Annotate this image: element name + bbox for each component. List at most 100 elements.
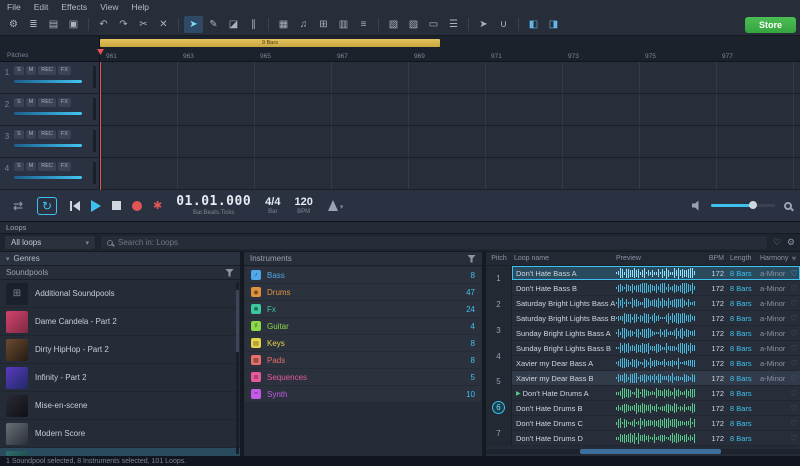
track-m-button[interactable]: M [26, 162, 37, 171]
column-length[interactable]: Length [724, 255, 756, 262]
list-icon[interactable]: ☰ [444, 16, 463, 33]
track-volume-slider[interactable] [14, 176, 82, 179]
stop-button[interactable] [112, 201, 121, 210]
skip-start-button[interactable] [70, 201, 80, 211]
loop-row[interactable]: Sunday Bright Lights Bass B1728 Barsa-Mi… [512, 341, 800, 356]
save-icon[interactable]: ▣ [64, 16, 83, 33]
select-tool-icon[interactable]: ➤ [184, 16, 203, 33]
track-m-button[interactable]: M [26, 130, 37, 139]
loop-preview-waveform[interactable] [616, 297, 700, 310]
pitch-7[interactable]: 7 [486, 420, 511, 446]
track-fx-button[interactable]: FX [58, 130, 71, 139]
favorite-icon[interactable]: ♡ [788, 434, 800, 443]
loop-row[interactable]: Don't Hate Bass B1728 Barsa-Minor♡ [512, 281, 800, 296]
favorite-icon[interactable]: ♡ [788, 269, 800, 278]
loops-settings-icon[interactable]: ⚙ [787, 237, 795, 248]
loop-row[interactable]: Saturday Bright Lights Bass B1728 Barsa-… [512, 311, 800, 326]
pointer-menu-icon[interactable]: ➤ [474, 16, 493, 33]
monitor-icon[interactable]: ▧ [384, 16, 403, 33]
split-tool-icon[interactable]: ∥ [244, 16, 263, 33]
loops-scrollbar-horizontal[interactable] [486, 449, 800, 454]
mixer-icon[interactable]: ≡ [354, 16, 373, 33]
favorite-icon[interactable]: ♡ [788, 299, 800, 308]
levels-icon[interactable]: ▥ [334, 16, 353, 33]
instrument-item[interactable]: ▦Pads8 [245, 352, 481, 368]
loop-preview-waveform[interactable] [616, 372, 700, 385]
track-fx-button[interactable]: FX [58, 66, 71, 75]
soundpool-item[interactable]: Dame Candela - Part 2 [0, 308, 240, 336]
track-volume-slider[interactable] [14, 144, 82, 147]
loop-row[interactable]: Sunday Bright Lights Bass A1728 Barsa-Mi… [512, 326, 800, 341]
track-rec-button[interactable]: REC [38, 66, 56, 75]
pitch-3[interactable]: 3 [486, 317, 511, 343]
instrument-item[interactable]: ♪Bass8 [245, 267, 481, 283]
video-icon[interactable]: ▭ [424, 16, 443, 33]
column-preview[interactable]: Preview [616, 255, 700, 262]
favorite-icon[interactable]: ♡ [788, 404, 800, 413]
genres-header[interactable]: ▾ Genres [0, 252, 240, 266]
pitch-4[interactable]: 4 [486, 343, 511, 369]
loop-preview-waveform[interactable] [616, 387, 700, 400]
pitch-5[interactable]: 5 [486, 369, 511, 395]
delete-icon[interactable]: ✕ [154, 16, 173, 33]
record-button[interactable] [132, 201, 142, 211]
track-m-button[interactable]: M [26, 66, 37, 75]
track-rec-button[interactable]: REC [38, 162, 56, 171]
soundpool-item[interactable] [0, 448, 240, 456]
loop-preview-waveform[interactable] [616, 282, 700, 295]
column-favorite-icon[interactable]: ♥ [788, 254, 800, 263]
filter-funnel-icon[interactable] [467, 255, 476, 263]
pa-speaker-icon[interactable]: ◧ [524, 16, 543, 33]
favorite-icon[interactable]: ♡ [788, 284, 800, 293]
tempo-display[interactable]: 120 BPM [294, 196, 312, 215]
track-rec-button[interactable]: REC [38, 98, 56, 107]
piano-roll-icon[interactable]: ▦ [274, 16, 293, 33]
track-lane[interactable] [100, 126, 800, 157]
volume-slider[interactable] [711, 204, 775, 207]
erase-tool-icon[interactable]: ◪ [224, 16, 243, 33]
track-volume-slider[interactable] [14, 112, 82, 115]
instrument-item[interactable]: ≈Synth10 [245, 386, 481, 402]
loop-preview-waveform[interactable] [616, 327, 700, 340]
pitch-2[interactable]: 2 [486, 292, 511, 318]
loop-preview-waveform[interactable] [616, 432, 700, 445]
soundpool-item[interactable]: ⊞Additional Soundpools [0, 280, 240, 308]
loop-row[interactable]: Xavier my Dear Bass B1728 Barsa-Minor♡ [512, 371, 800, 386]
menu-item-view[interactable]: View [100, 2, 118, 12]
draw-tool-icon[interactable]: ✎ [204, 16, 223, 33]
menu-item-file[interactable]: File [7, 2, 21, 12]
track-s-button[interactable]: S [14, 162, 24, 171]
favorite-icon[interactable]: ♡ [788, 374, 800, 383]
track-volume-slider[interactable] [14, 80, 82, 83]
loops-filter-dropdown[interactable]: All loops ▾ [5, 236, 95, 249]
undo-icon[interactable]: ↶ [94, 16, 113, 33]
loop-preview-waveform[interactable] [616, 402, 700, 415]
track-fx-button[interactable]: FX [58, 98, 71, 107]
ruler-lane[interactable]: 9 Bars 961963965967969971973975977 [100, 36, 800, 61]
menu-item-edit[interactable]: Edit [34, 2, 49, 12]
track-s-button[interactable]: S [14, 66, 24, 75]
track-s-button[interactable]: S [14, 130, 24, 139]
loop-row[interactable]: Don't Hate Drums B1728 Bars♡ [512, 401, 800, 416]
soundpool-item[interactable]: Dirty HipHop - Part 2 [0, 336, 240, 364]
position-display[interactable]: 01.01.000 Bar.Beats.Ticks [176, 195, 251, 216]
scrollbar-thumb[interactable] [580, 449, 721, 454]
loop-preview-waveform[interactable] [616, 357, 700, 370]
column-bpm[interactable]: BPM [700, 255, 724, 262]
pitch-6[interactable]: 6 [486, 395, 511, 421]
loop-preview-waveform[interactable] [616, 342, 700, 355]
magnet-icon[interactable]: ∪ [494, 16, 513, 33]
search-input[interactable] [118, 238, 761, 247]
filter-funnel-icon[interactable] [225, 269, 234, 277]
cut-icon[interactable]: ✂ [134, 16, 153, 33]
pa-speaker-icon-2[interactable]: ◨ [544, 16, 563, 33]
loop-preview-waveform[interactable] [616, 417, 700, 430]
favorite-icon[interactable]: ♡ [788, 344, 800, 353]
signature-display[interactable]: 4/4 Bar [265, 196, 280, 215]
loop-row[interactable]: Saturday Bright Lights Bass A1728 Barsa-… [512, 296, 800, 311]
instrument-item[interactable]: ✱Fx24 [245, 301, 481, 317]
grid-icon[interactable]: ⊞ [314, 16, 333, 33]
store-button[interactable]: Store [745, 17, 796, 33]
soundpools-scrollbar[interactable] [236, 282, 239, 454]
track-s-button[interactable]: S [14, 98, 24, 107]
